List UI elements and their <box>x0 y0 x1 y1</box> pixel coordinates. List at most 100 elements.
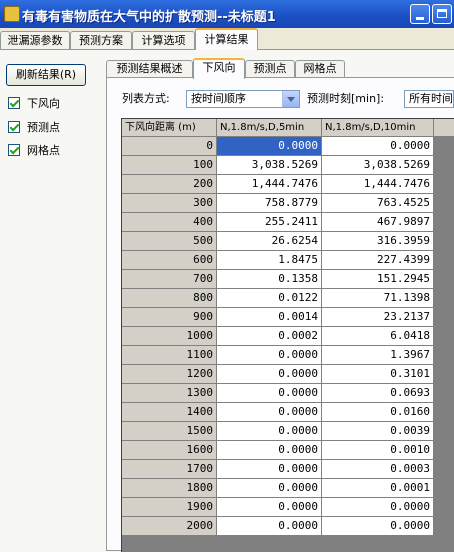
table-row[interactable]: 700 0.1358 151.2945 <box>122 270 454 289</box>
row-header-distance[interactable]: 1900 <box>122 498 217 517</box>
row-header-distance[interactable]: 500 <box>122 232 217 251</box>
table-cell[interactable]: 3,038.5269 <box>217 156 322 175</box>
table-cell[interactable]: 151.2945 <box>322 270 434 289</box>
table-row[interactable]: 100 3,038.5269 3,038.5269 <box>122 156 454 175</box>
tab-prediction-plan[interactable]: 预测方案 <box>70 31 132 49</box>
table-cell[interactable]: 0.1358 <box>217 270 322 289</box>
tab-downwind[interactable]: 下风向 <box>193 58 245 79</box>
row-header-distance[interactable]: 900 <box>122 308 217 327</box>
list-mode-select[interactable]: 按时间顺序 <box>186 90 300 108</box>
table-row[interactable]: 1300 0.0000 0.0693 <box>122 384 454 403</box>
table-cell[interactable]: 26.6254 <box>217 232 322 251</box>
table-cell[interactable]: 1,444.7476 <box>217 175 322 194</box>
column-header-5min[interactable]: N,1.8m/s,D,5min <box>217 119 322 137</box>
row-header-distance[interactable]: 1800 <box>122 479 217 498</box>
table-cell[interactable]: 316.3959 <box>322 232 434 251</box>
chevron-down-icon[interactable] <box>282 91 299 107</box>
table-cell[interactable]: 0.0000 <box>217 403 322 422</box>
table-cell[interactable]: 467.9897 <box>322 213 434 232</box>
tab-prediction-points[interactable]: 预测点 <box>245 60 295 78</box>
table-cell[interactable]: 0.0039 <box>322 422 434 441</box>
table-cell[interactable]: 0.0010 <box>322 441 434 460</box>
table-cell[interactable]: 0.0000 <box>322 498 434 517</box>
table-row[interactable]: 1700 0.0000 0.0003 <box>122 460 454 479</box>
row-header-distance[interactable]: 1500 <box>122 422 217 441</box>
table-cell[interactable]: 0.0014 <box>217 308 322 327</box>
row-header-distance[interactable]: 0 <box>122 137 217 156</box>
row-header-distance[interactable]: 1700 <box>122 460 217 479</box>
time-select[interactable]: 所有时间 <box>404 90 454 108</box>
tab-calc-results[interactable]: 计算结果 <box>195 28 258 50</box>
table-row[interactable]: 600 1.8475 227.4399 <box>122 251 454 270</box>
row-header-distance[interactable]: 100 <box>122 156 217 175</box>
table-row[interactable]: 800 0.0122 71.1398 <box>122 289 454 308</box>
table-cell[interactable]: 0.3101 <box>322 365 434 384</box>
row-header-distance[interactable]: 1400 <box>122 403 217 422</box>
table-row[interactable]: 300 758.8779 763.4525 <box>122 194 454 213</box>
tab-source-params[interactable]: 泄漏源参数 <box>0 31 70 49</box>
tab-grid-points[interactable]: 网格点 <box>295 60 345 78</box>
table-cell[interactable]: 0.0693 <box>322 384 434 403</box>
table-cell[interactable]: 255.2411 <box>217 213 322 232</box>
table-row[interactable]: 1600 0.0000 0.0010 <box>122 441 454 460</box>
row-header-distance[interactable]: 700 <box>122 270 217 289</box>
row-header-distance[interactable]: 800 <box>122 289 217 308</box>
table-row[interactable]: 1800 0.0000 0.0001 <box>122 479 454 498</box>
checkbox-grid-points[interactable]: 网格点 <box>8 143 108 159</box>
checkbox-downwind[interactable]: 下风向 <box>8 96 108 112</box>
table-cell[interactable]: 0.0001 <box>322 479 434 498</box>
table-cell[interactable]: 3,038.5269 <box>322 156 434 175</box>
table-cell[interactable]: 0.0000 <box>217 422 322 441</box>
table-cell[interactable]: 6.0418 <box>322 327 434 346</box>
table-cell[interactable]: 1,444.7476 <box>322 175 434 194</box>
table-cell[interactable]: 227.4399 <box>322 251 434 270</box>
row-header-distance[interactable]: 600 <box>122 251 217 270</box>
table-cell[interactable]: 0.0000 <box>217 384 322 403</box>
table-row[interactable]: 1100 0.0000 1.3967 <box>122 346 454 365</box>
table-cell[interactable]: 1.8475 <box>217 251 322 270</box>
column-header-10min[interactable]: N,1.8m/s,D,10min <box>322 119 434 137</box>
table-row[interactable]: 500 26.6254 316.3959 <box>122 232 454 251</box>
table-cell[interactable]: 0.0000 <box>217 346 322 365</box>
table-row[interactable]: 1000 0.0002 6.0418 <box>122 327 454 346</box>
row-header-distance[interactable]: 200 <box>122 175 217 194</box>
table-row[interactable]: 1200 0.0000 0.3101 <box>122 365 454 384</box>
refresh-results-button[interactable]: 刷新结果(R) <box>6 64 86 86</box>
row-header-distance[interactable]: 1300 <box>122 384 217 403</box>
table-cell[interactable]: 758.8779 <box>217 194 322 213</box>
table-cell[interactable]: 0.0000 <box>217 498 322 517</box>
table-row[interactable]: 0 0.0000 0.0000 <box>122 137 454 156</box>
table-row[interactable]: 1900 0.0000 0.0000 <box>122 498 454 517</box>
row-header-distance[interactable]: 300 <box>122 194 217 213</box>
row-header-distance[interactable]: 2000 <box>122 517 217 536</box>
table-cell[interactable]: 71.1398 <box>322 289 434 308</box>
tab-results-overview[interactable]: 预测结果概述 <box>106 60 193 78</box>
row-header-distance[interactable]: 1600 <box>122 441 217 460</box>
table-cell[interactable]: 1.3967 <box>322 346 434 365</box>
table-cell[interactable]: 0.0002 <box>217 327 322 346</box>
table-cell[interactable]: 23.2137 <box>322 308 434 327</box>
table-row[interactable]: 2000 0.0000 0.0000 <box>122 517 454 536</box>
column-header-distance[interactable]: 下风向距离 (m) <box>122 119 217 137</box>
row-header-distance[interactable]: 1000 <box>122 327 217 346</box>
table-row[interactable]: 1400 0.0000 0.0160 <box>122 403 454 422</box>
row-header-distance[interactable]: 1100 <box>122 346 217 365</box>
table-cell[interactable]: 0.0160 <box>322 403 434 422</box>
table-cell[interactable]: 0.0000 <box>217 460 322 479</box>
table-row[interactable]: 200 1,444.7476 1,444.7476 <box>122 175 454 194</box>
minimize-button[interactable] <box>410 4 430 24</box>
row-header-distance[interactable]: 400 <box>122 213 217 232</box>
table-row[interactable]: 1500 0.0000 0.0039 <box>122 422 454 441</box>
table-cell[interactable]: 0.0000 <box>217 137 322 156</box>
checkbox-prediction-points[interactable]: 预测点 <box>8 120 108 136</box>
tab-calc-options[interactable]: 计算选项 <box>132 31 195 49</box>
table-cell[interactable]: 0.0000 <box>322 137 434 156</box>
table-cell[interactable]: 0.0000 <box>217 517 322 536</box>
table-cell[interactable]: 0.0000 <box>322 517 434 536</box>
table-cell[interactable]: 0.0122 <box>217 289 322 308</box>
table-cell[interactable]: 0.0003 <box>322 460 434 479</box>
table-cell[interactable]: 763.4525 <box>322 194 434 213</box>
table-row[interactable]: 900 0.0014 23.2137 <box>122 308 454 327</box>
maximize-button[interactable] <box>432 4 452 24</box>
table-cell[interactable]: 0.0000 <box>217 365 322 384</box>
